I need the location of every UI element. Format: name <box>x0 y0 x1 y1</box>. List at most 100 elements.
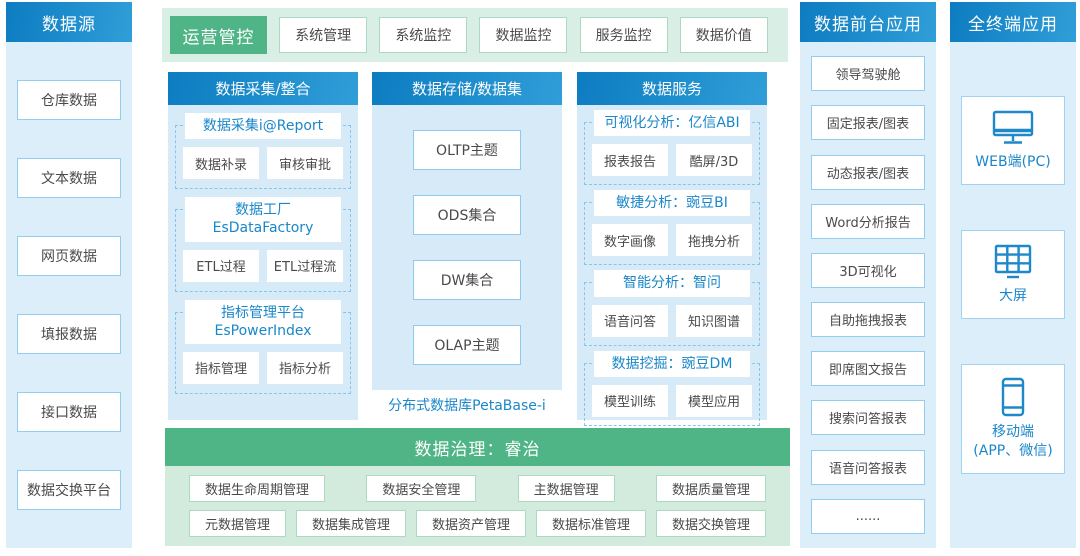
governance-item: 数据质量管理 <box>655 475 766 502</box>
ops-item: 系统监控 <box>379 17 468 53</box>
column-storage: 数据存储/数据集 OLTP主题 ODS集合 DW集合 OLAP主题 分布式数据库Pet… <box>372 72 562 420</box>
governance-row-1: 数据生命周期管理 数据安全管理 主数据管理 数据质量管理 <box>189 475 766 502</box>
terminal-bigscreen: 大屏 <box>961 229 1065 319</box>
product-group-title: 敏捷分析：豌豆BI <box>594 190 750 217</box>
product-group: 可视化分析：亿信ABI 报表报告 酷屏/3D <box>584 110 760 186</box>
ops-primary-label: 运营管控 <box>170 16 267 54</box>
terminals-panel: 全终端应用 WEB端(PC) 大屏 移动端 (APP、微信) <box>950 2 1076 548</box>
data-sources-list: 仓库数据 文本数据 网页数据 填报数据 接口数据 数据交换平台 <box>6 42 132 548</box>
governance-item: 数据标准管理 <box>535 510 646 537</box>
column-storage-header: 数据存储/数据集 <box>372 72 562 105</box>
frontend-app-item: 自助拖拽报表 <box>811 302 925 338</box>
product-group: 指标管理平台 EsPowerIndex 指标管理 指标分析 <box>175 299 351 394</box>
frontend-app-item: 动态报表/图表 <box>811 154 925 190</box>
product-group-items: 模型训练 模型应用 <box>592 384 752 417</box>
product-group-items: 数字画像 拖拽分析 <box>592 224 752 257</box>
grid-screen-icon <box>994 244 1032 279</box>
product-group-items: 数据补录 审核审批 <box>183 147 343 180</box>
storage-item: OLTP主题 <box>413 130 521 170</box>
product-group-item: 模型训练 <box>592 384 668 417</box>
frontend-app-item: 即席图文报告 <box>811 351 925 387</box>
column-service-body: 可视化分析：亿信ABI 报表报告 酷屏/3D 敏捷分析：豌豆BI 数字画像 拖拽… <box>577 110 767 437</box>
data-source-item: 仓库数据 <box>17 80 121 120</box>
column-storage-body: OLTP主题 ODS集合 DW集合 OLAP主题 分布式数据库PetaBase-i <box>372 105 562 420</box>
product-group-item: 模型应用 <box>676 384 752 417</box>
product-group-title: 数据挖掘：豌豆DM <box>594 350 750 377</box>
product-group-item: 酷屏/3D <box>676 144 752 177</box>
storage-item: DW集合 <box>413 260 521 300</box>
governance-item: 数据集成管理 <box>295 510 406 537</box>
terminal-web: WEB端(PC) <box>961 96 1065 185</box>
product-group: 敏捷分析：豌豆BI 数字画像 拖拽分析 <box>584 190 760 266</box>
frontend-app-item: Word分析报告 <box>811 203 925 239</box>
frontend-apps-header: 数据前台应用 <box>800 2 936 42</box>
terminal-label: 移动端 (APP、微信) <box>973 423 1053 459</box>
frontend-app-item: 搜索问答报表 <box>811 400 925 436</box>
column-service-header: 数据服务 <box>577 72 767 105</box>
terminal-label: 大屏 <box>999 287 1027 304</box>
product-group-item: 数字画像 <box>592 224 668 257</box>
product-group-title: 智能分析：智问 <box>594 270 750 297</box>
storage-item: ODS集合 <box>413 195 521 235</box>
governance-item: 数据资产管理 <box>415 510 526 537</box>
product-group-title: 可视化分析：亿信ABI <box>594 110 750 137</box>
product-group-item: 语音问答 <box>592 304 668 337</box>
terminal-mobile: 移动端 (APP、微信) <box>961 363 1065 474</box>
data-source-item: 接口数据 <box>17 392 121 432</box>
product-group-item: 指标管理 <box>183 351 259 384</box>
storage-item: OLAP主题 <box>413 325 521 365</box>
product-group-item: 审核审批 <box>267 147 343 180</box>
data-source-item: 文本数据 <box>17 158 121 198</box>
terminals-list: WEB端(PC) 大屏 移动端 (APP、微信) <box>950 42 1076 474</box>
product-group-item: 拖拽分析 <box>676 224 752 257</box>
ops-bar: 运营管控 系统管理 系统监控 数据监控 服务监控 数据价值 <box>162 8 788 62</box>
product-group-title: 指标管理平台 EsPowerIndex <box>185 299 341 344</box>
data-sources-panel: 数据源 仓库数据 文本数据 网页数据 填报数据 接口数据 数据交换平台 <box>6 2 132 548</box>
ops-item: 系统管理 <box>279 17 368 53</box>
product-group: 数据挖掘：豌豆DM 模型训练 模型应用 <box>584 350 760 426</box>
governance-body: 数据生命周期管理 数据安全管理 主数据管理 数据质量管理 元数据管理 数据集成管理 数据资… <box>165 466 790 546</box>
column-collect-header: 数据采集/整合 <box>168 72 358 105</box>
product-group-item: ETL过程 <box>183 249 259 282</box>
data-source-item: 网页数据 <box>17 236 121 276</box>
ops-item: 数据监控 <box>479 17 568 53</box>
ops-item: 服务监控 <box>579 17 668 53</box>
product-group-item: ETL过程流 <box>267 249 343 282</box>
frontend-app-item: 领导驾驶舱 <box>811 56 925 92</box>
governance-row-2: 元数据管理 数据集成管理 数据资产管理 数据标准管理 数据交换管理 <box>189 510 766 537</box>
frontend-app-item: ...... <box>811 498 925 534</box>
governance-item: 数据安全管理 <box>366 475 477 502</box>
ops-items: 系统管理 系统监控 数据监控 服务监控 数据价值 <box>267 17 780 53</box>
product-group-title: 数据工厂 EsDataFactory <box>185 197 341 242</box>
product-group: 智能分析：智问 语音问答 知识图谱 <box>584 270 760 346</box>
governance-item: 主数据管理 <box>517 475 615 502</box>
product-group-title: 数据采集i@Report <box>185 113 341 140</box>
product-group-items: 语音问答 知识图谱 <box>592 304 752 337</box>
data-sources-header: 数据源 <box>6 2 132 42</box>
column-collect: 数据采集/整合 数据采集i@Report 数据补录 审核审批 数据工厂 EsDa… <box>168 72 358 420</box>
storage-items: OLTP主题 ODS集合 DW集合 OLAP主题 <box>372 105 562 390</box>
terminal-label: WEB端(PC) <box>975 154 1051 170</box>
terminals-header: 全终端应用 <box>950 2 1076 42</box>
product-group: 数据工厂 EsDataFactory ETL过程 ETL过程流 <box>175 197 351 292</box>
frontend-app-item: 语音问答报表 <box>811 449 925 485</box>
product-group-item: 报表报告 <box>592 144 668 177</box>
smartphone-icon <box>1001 377 1025 416</box>
frontend-apps-panel: 数据前台应用 领导驾驶舱 固定报表/图表 动态报表/图表 Word分析报告 3D可视化自… <box>800 2 936 548</box>
product-group-items: 指标管理 指标分析 <box>183 351 343 384</box>
monitor-icon <box>992 110 1034 144</box>
column-service: 数据服务 可视化分析：亿信ABI 报表报告 酷屏/3D 敏捷分析：豌豆BI 数字… <box>577 72 767 426</box>
architecture-diagram: 数据源 仓库数据 文本数据 网页数据 填报数据 接口数据 数据交换平台 运营管控 系统管理… <box>0 0 1080 556</box>
frontend-app-item: 固定报表/图表 <box>811 105 925 141</box>
product-group: 数据采集i@Report 数据补录 审核审批 <box>175 113 351 190</box>
governance-item: 数据生命周期管理 <box>189 475 326 502</box>
product-group-item: 数据补录 <box>183 147 259 180</box>
frontend-apps-list: 领导驾驶舱 固定报表/图表 动态报表/图表 Word分析报告 3D可视化 自助拖拽报表 即席… <box>800 42 936 548</box>
product-group-items: ETL过程 ETL过程流 <box>183 249 343 282</box>
ops-item: 数据价值 <box>679 17 768 53</box>
petabase-footer: 分布式数据库PetaBase-i <box>372 390 562 420</box>
product-group-item: 指标分析 <box>267 351 343 384</box>
product-group-item: 知识图谱 <box>676 304 752 337</box>
data-source-item: 数据交换平台 <box>17 470 121 510</box>
column-collect-body: 数据采集i@Report 数据补录 审核审批 数据工厂 EsDataFactory <box>168 113 358 440</box>
